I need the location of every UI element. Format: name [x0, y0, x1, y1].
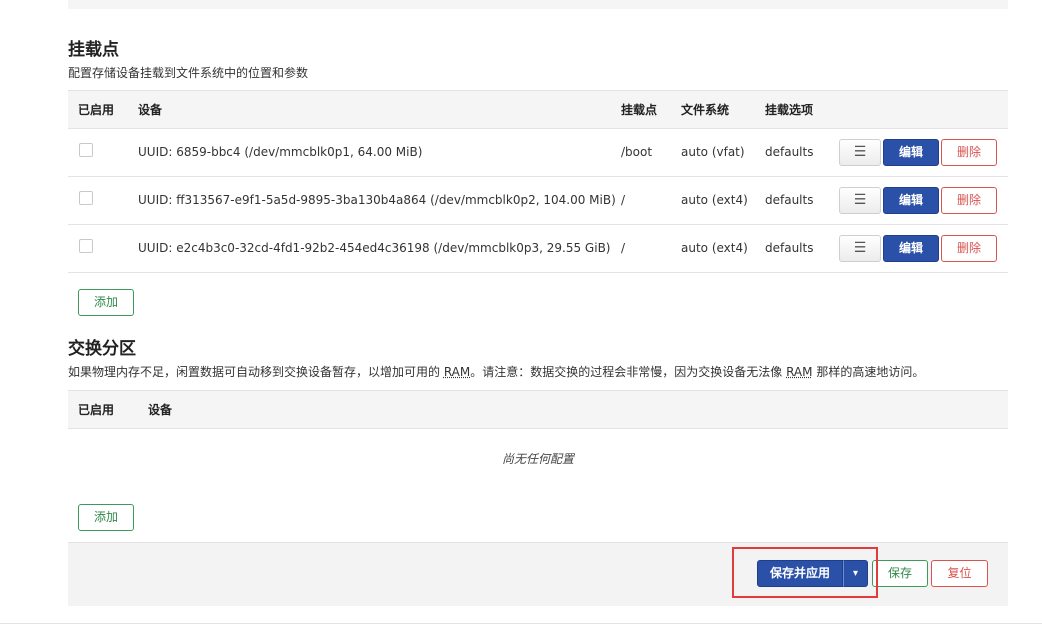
previous-section-bg — [68, 0, 1008, 9]
delete-button[interactable]: 删除 — [941, 235, 997, 262]
options-cell: defaults — [765, 241, 814, 255]
delete-button[interactable]: 删除 — [941, 187, 997, 214]
drag-handle-button[interactable]: ☰ — [839, 235, 881, 262]
highlight-box — [732, 547, 878, 598]
table-row: UUID: ff313567-e9f1-5a5d-9895-3ba130b4a8… — [68, 177, 1008, 225]
divider — [0, 623, 1042, 624]
enabled-checkbox[interactable] — [79, 239, 93, 253]
col-filesystem: 文件系统 — [681, 103, 730, 117]
edit-button[interactable]: 编辑 — [883, 235, 939, 262]
mounts-table-header: 已启用 设备 挂载点 文件系统 挂载选项 — [68, 90, 1008, 129]
table-row: UUID: e2c4b3c0-32cd-4fd1-92b2-454ed4c361… — [68, 225, 1008, 273]
filesystem-cell: auto (vfat) — [681, 145, 745, 159]
save-button[interactable]: 保存 — [872, 560, 928, 587]
add-swap-button[interactable]: 添加 — [78, 504, 134, 531]
col-enabled: 已启用 — [78, 403, 115, 417]
mountpoint-cell: / — [621, 241, 626, 255]
table-row: UUID: 6859-bbc4 (/dev/mmcblk0p1, 64.00 M… — [68, 129, 1008, 177]
delete-button[interactable]: 删除 — [941, 139, 997, 166]
enabled-checkbox[interactable] — [79, 143, 93, 157]
swap-title: 交换分区 — [68, 339, 136, 359]
swap-description: 如果物理内存不足，闲置数据可自动移到交换设备暂存，以增加可用的 RAM。请注意：… — [68, 363, 924, 380]
options-cell: defaults — [765, 145, 814, 159]
col-device: 设备 — [148, 403, 173, 417]
edit-button[interactable]: 编辑 — [883, 139, 939, 166]
col-enabled: 已启用 — [78, 103, 115, 117]
options-cell: defaults — [765, 193, 814, 207]
device-cell: UUID: ff313567-e9f1-5a5d-9895-3ba130b4a8… — [138, 193, 616, 207]
swap-table: 已启用 设备 — [68, 390, 1008, 429]
mountpoint-cell: / — [621, 193, 626, 207]
col-mountpoint: 挂载点 — [621, 103, 658, 117]
swap-desc-text: 。请注意：数据交换的过程会非常慢，因为交换设备无法像 — [470, 365, 787, 379]
mounts-table: 已启用 设备 挂载点 文件系统 挂载选项 UUID: 6859-bbc4 (/d… — [68, 90, 1008, 273]
device-cell: UUID: e2c4b3c0-32cd-4fd1-92b2-454ed4c361… — [138, 241, 611, 255]
drag-handle-button[interactable]: ☰ — [839, 139, 881, 166]
filesystem-cell: auto (ext4) — [681, 241, 748, 255]
add-mount-button[interactable]: 添加 — [78, 289, 134, 316]
edit-button[interactable]: 编辑 — [883, 187, 939, 214]
swap-desc-text: 如果物理内存不足，闲置数据可自动移到交换设备暂存，以增加可用的 — [68, 365, 444, 379]
swap-table-header: 已启用 设备 — [68, 390, 1008, 429]
col-device: 设备 — [138, 103, 163, 117]
ram-abbr: RAM — [786, 365, 813, 379]
mounts-title: 挂载点 — [68, 40, 119, 60]
swap-desc-text: 那样的高速地访问。 — [812, 365, 925, 379]
filesystem-cell: auto (ext4) — [681, 193, 748, 207]
device-cell: UUID: 6859-bbc4 (/dev/mmcblk0p1, 64.00 M… — [138, 145, 423, 159]
enabled-checkbox[interactable] — [79, 191, 93, 205]
ram-abbr: RAM — [443, 365, 471, 379]
drag-handle-button[interactable]: ☰ — [839, 187, 881, 214]
mountpoint-cell: /boot — [621, 145, 653, 159]
col-options: 挂载选项 — [765, 103, 814, 117]
mounts-description: 配置存储设备挂载到文件系统中的位置和参数 — [68, 66, 309, 80]
empty-placeholder: 尚无任何配置 — [501, 452, 574, 466]
reset-button[interactable]: 复位 — [931, 560, 988, 587]
